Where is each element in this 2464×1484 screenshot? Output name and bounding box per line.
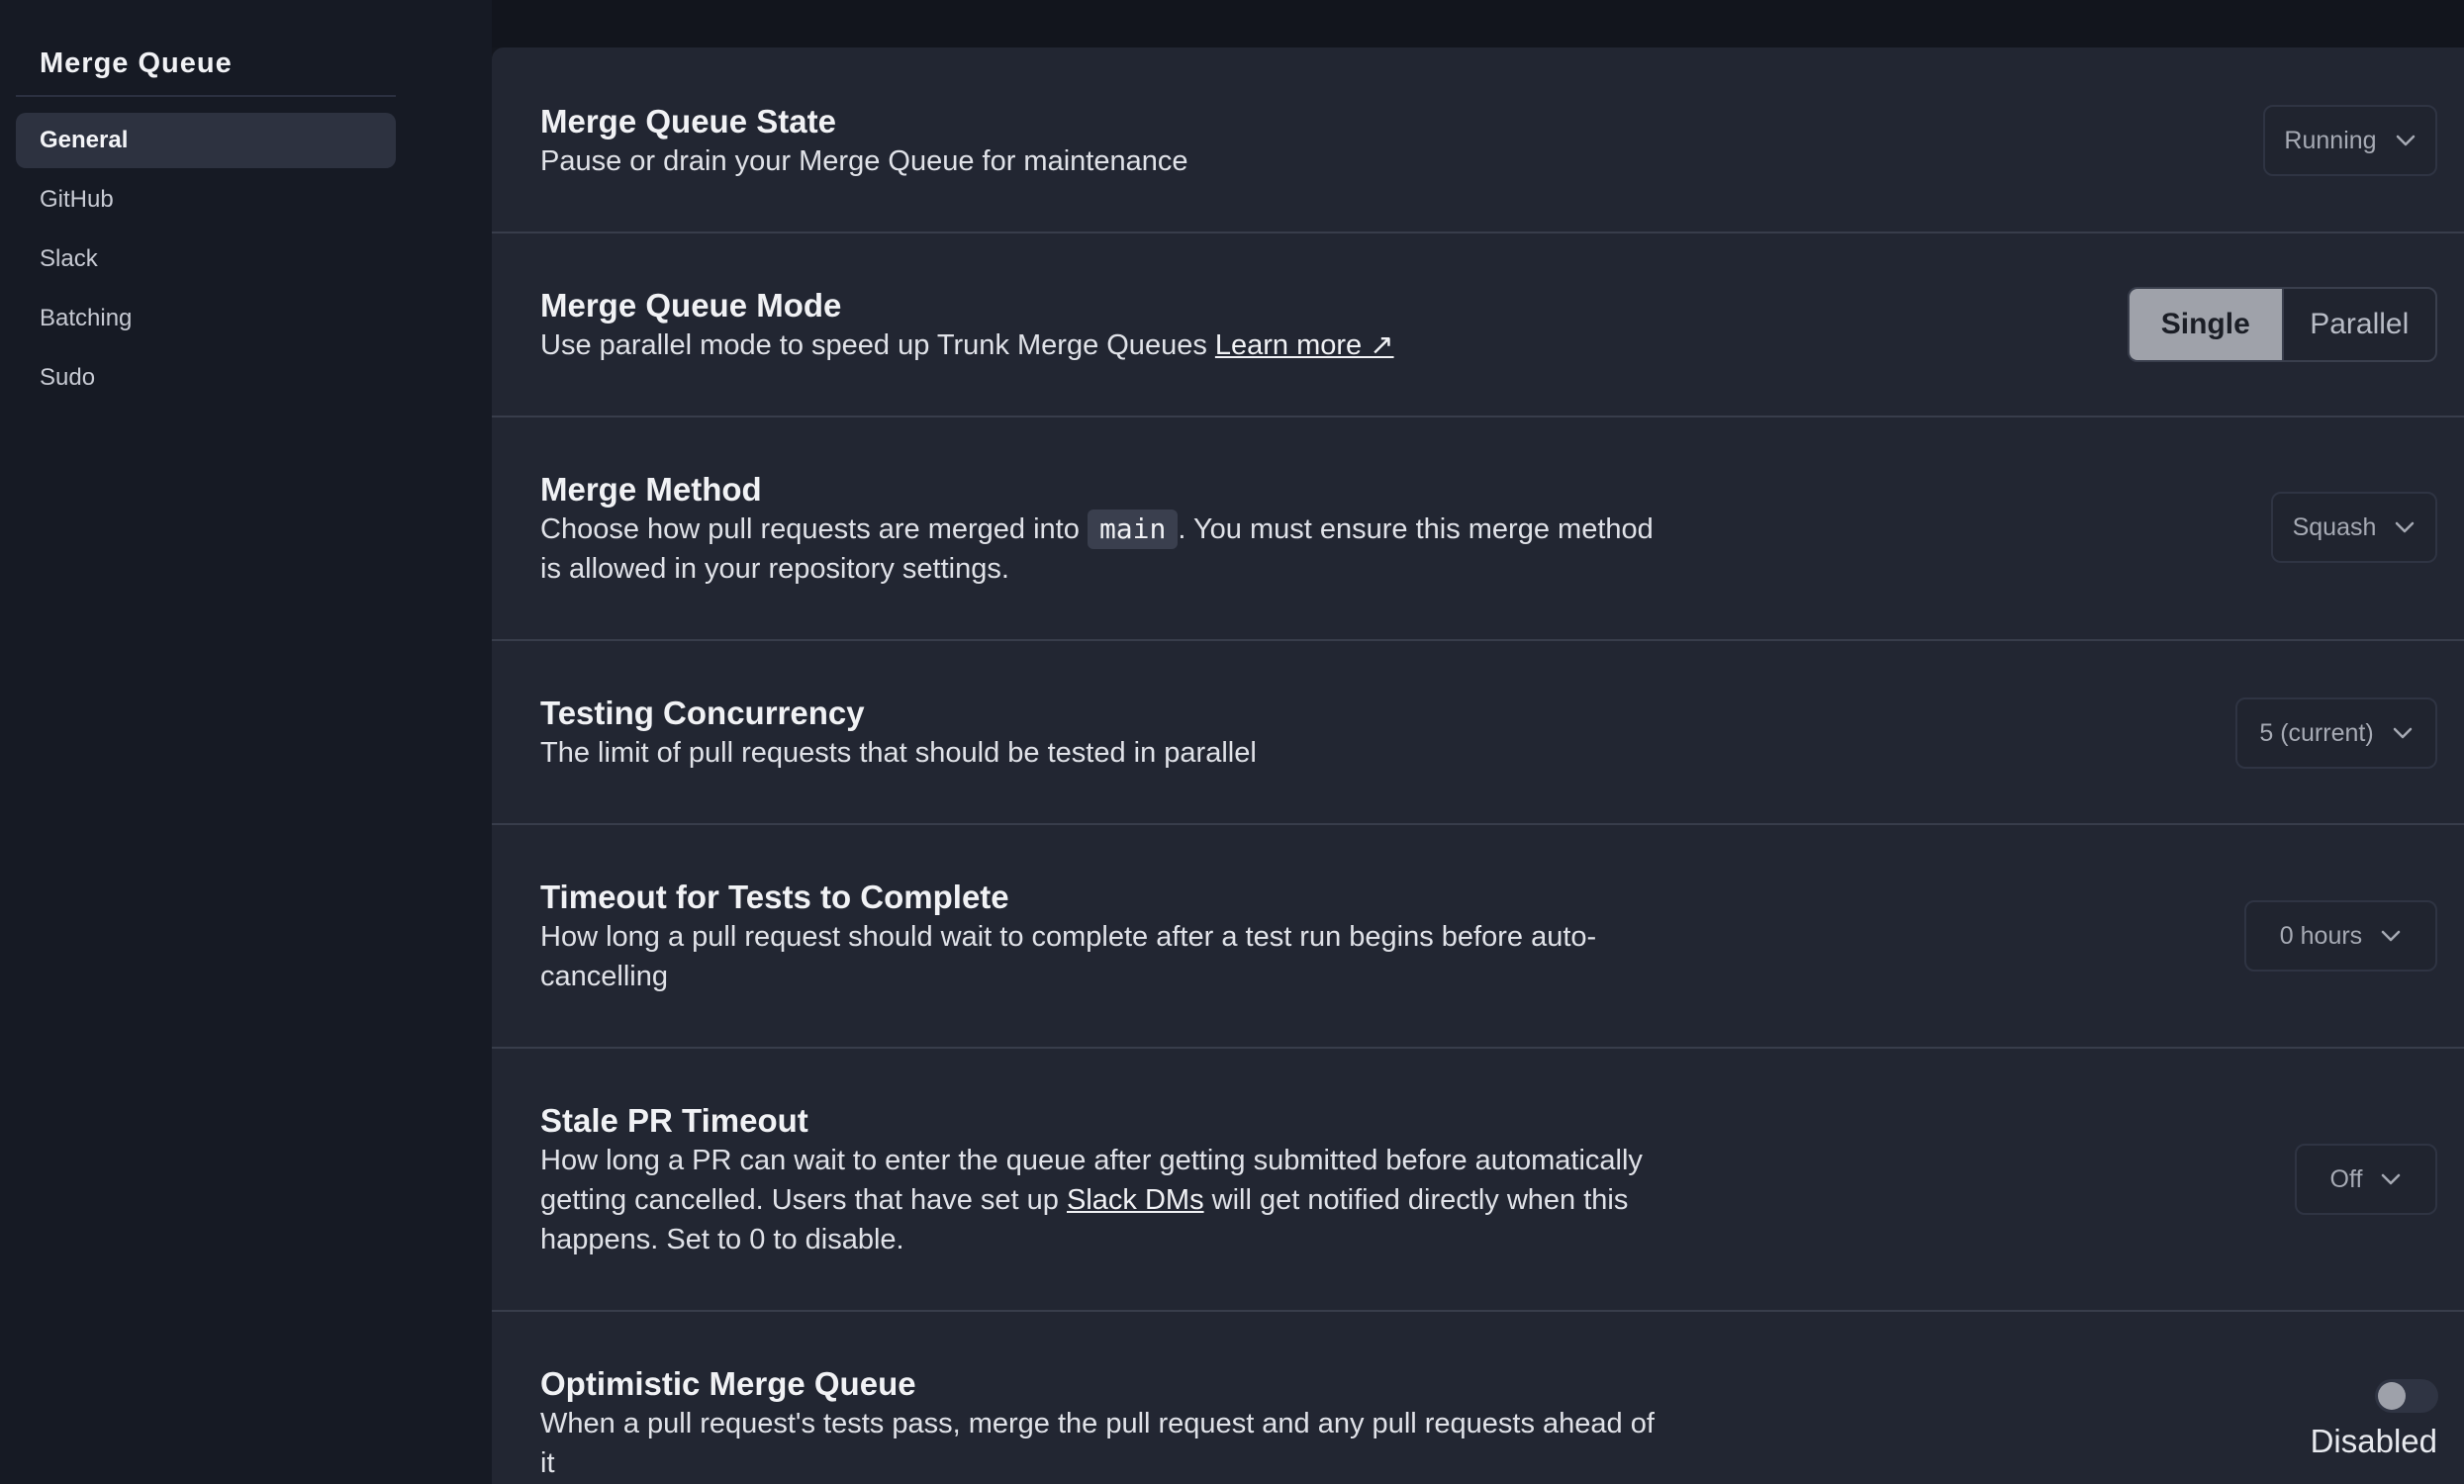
setting-row-optimistic: Optimistic Merge Queue When a pull reque…	[492, 1312, 2464, 1484]
chevron-down-icon	[2393, 727, 2412, 739]
setting-title: Testing Concurrency	[540, 695, 865, 731]
mode-option-single[interactable]: Single	[2130, 289, 2282, 360]
optimistic-status-label: Disabled	[2310, 1423, 2437, 1459]
sidebar-item-batching[interactable]: Batching	[16, 291, 396, 346]
setting-description: Pause or drain your Merge Queue for main…	[540, 145, 1188, 177]
state-select-value: Running	[2284, 126, 2377, 154]
sidebar-item-general[interactable]: General	[16, 113, 396, 168]
slack-dms-link[interactable]: Slack DMs	[1067, 1184, 1204, 1216]
setting-description: Choose how pull requests are merged into…	[540, 510, 1668, 589]
setting-title: Merge Queue Mode	[540, 287, 842, 324]
concurrency-select[interactable]: 5 (current)	[2235, 697, 2437, 769]
sidebar-item-sudo[interactable]: Sudo	[16, 350, 396, 406]
stale-timeout-value: Off	[2329, 1164, 2363, 1193]
concurrency-value: 5 (current)	[2259, 718, 2374, 747]
merge-method-select[interactable]: Squash	[2271, 492, 2437, 563]
timeout-value: 0 hours	[2279, 921, 2363, 950]
timeout-select[interactable]: 0 hours	[2244, 900, 2437, 972]
setting-title: Optimistic Merge Queue	[540, 1365, 916, 1402]
method-description-before: Choose how pull requests are merged into	[540, 513, 1080, 545]
setting-description: The limit of pull requests that should b…	[540, 737, 1257, 769]
sidebar-divider	[16, 95, 396, 97]
setting-row-state: Merge Queue State Pause or drain your Me…	[492, 47, 2464, 233]
chevron-down-icon	[2381, 930, 2401, 942]
chevron-down-icon	[2382, 1173, 2401, 1185]
setting-title: Stale PR Timeout	[540, 1102, 808, 1139]
setting-title: Merge Method	[540, 471, 762, 508]
state-select[interactable]: Running	[2263, 105, 2437, 176]
sidebar: Merge Queue General GitHub Slack Batchin…	[0, 0, 492, 1484]
learn-more-link[interactable]: Learn more ↗	[1215, 329, 1394, 361]
setting-row-concurrency: Testing Concurrency The limit of pull re…	[492, 641, 2464, 825]
setting-row-stale: Stale PR Timeout How long a PR can wait …	[492, 1049, 2464, 1312]
setting-description: When a pull request's tests pass, merge …	[540, 1408, 1655, 1479]
setting-description: Use parallel mode to speed up Trunk Merg…	[540, 325, 1668, 365]
sidebar-nav: General GitHub Slack Batching Sudo	[16, 113, 396, 410]
stale-timeout-select[interactable]: Off	[2295, 1144, 2437, 1215]
mode-description-text: Use parallel mode to speed up Trunk Merg…	[540, 329, 1207, 361]
sidebar-title: Merge Queue	[40, 47, 233, 79]
setting-row-method: Merge Method Choose how pull requests ar…	[492, 417, 2464, 641]
optimistic-toggle[interactable]	[2375, 1379, 2438, 1413]
setting-row-timeout: Timeout for Tests to Complete How long a…	[492, 825, 2464, 1049]
settings-panel: Merge Queue State Pause or drain your Me…	[492, 47, 2464, 1484]
sidebar-item-github[interactable]: GitHub	[16, 172, 396, 228]
setting-description: How long a PR can wait to enter the queu…	[540, 1141, 1668, 1259]
chevron-down-icon	[2396, 521, 2415, 533]
branch-code: main	[1087, 510, 1179, 549]
setting-description: How long a pull request should wait to c…	[540, 921, 1597, 992]
sidebar-item-slack[interactable]: Slack	[16, 232, 396, 287]
mode-segmented-control: Single Parallel	[2128, 287, 2437, 362]
mode-option-parallel[interactable]: Parallel	[2281, 289, 2436, 360]
setting-title: Timeout for Tests to Complete	[540, 879, 1009, 915]
merge-method-value: Squash	[2292, 512, 2377, 541]
setting-title: Merge Queue State	[540, 103, 836, 139]
chevron-down-icon	[2396, 135, 2415, 146]
toggle-knob	[2378, 1382, 2406, 1410]
top-bar	[492, 0, 2464, 47]
